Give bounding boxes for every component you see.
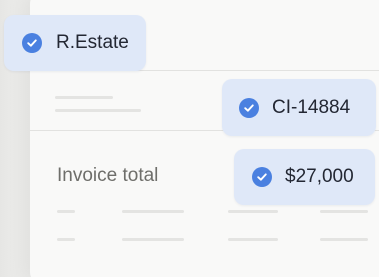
account-chip[interactable]: R.Estate [4, 15, 146, 71]
invoice-total-label: Invoice total [57, 165, 159, 186]
placeholder-text-line [122, 210, 184, 213]
invoice-total-chip[interactable]: $27,000 [234, 149, 375, 205]
invoice-total-value: $27,000 [285, 166, 354, 187]
placeholder-text-line [320, 238, 368, 241]
document-scan-view: Invoice total R.Estate CI-14884 $27,000 [0, 0, 379, 277]
placeholder-text-line [55, 109, 141, 112]
placeholder-text-line [228, 238, 278, 241]
placeholder-text-line [57, 238, 75, 241]
check-circle-icon [22, 33, 42, 53]
placeholder-text-line [122, 238, 184, 241]
invoice-id-value: CI-14884 [272, 96, 351, 118]
invoice-id-chip[interactable]: CI-14884 [222, 79, 376, 136]
placeholder-text-line [228, 210, 278, 213]
check-circle-icon [252, 167, 272, 187]
placeholder-text-line [320, 210, 368, 213]
placeholder-text-line [55, 96, 113, 99]
account-value: R.Estate [56, 32, 129, 53]
check-circle-icon [239, 97, 259, 118]
placeholder-text-line [57, 210, 75, 213]
